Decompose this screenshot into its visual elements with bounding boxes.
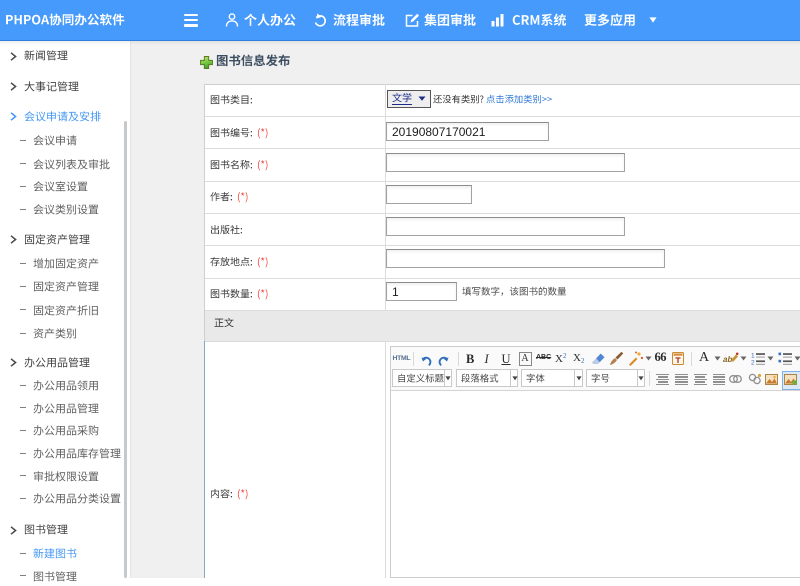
svg-text:2: 2: [751, 359, 755, 365]
svg-text:ab: ab: [723, 355, 732, 364]
svg-text:1: 1: [751, 352, 755, 359]
